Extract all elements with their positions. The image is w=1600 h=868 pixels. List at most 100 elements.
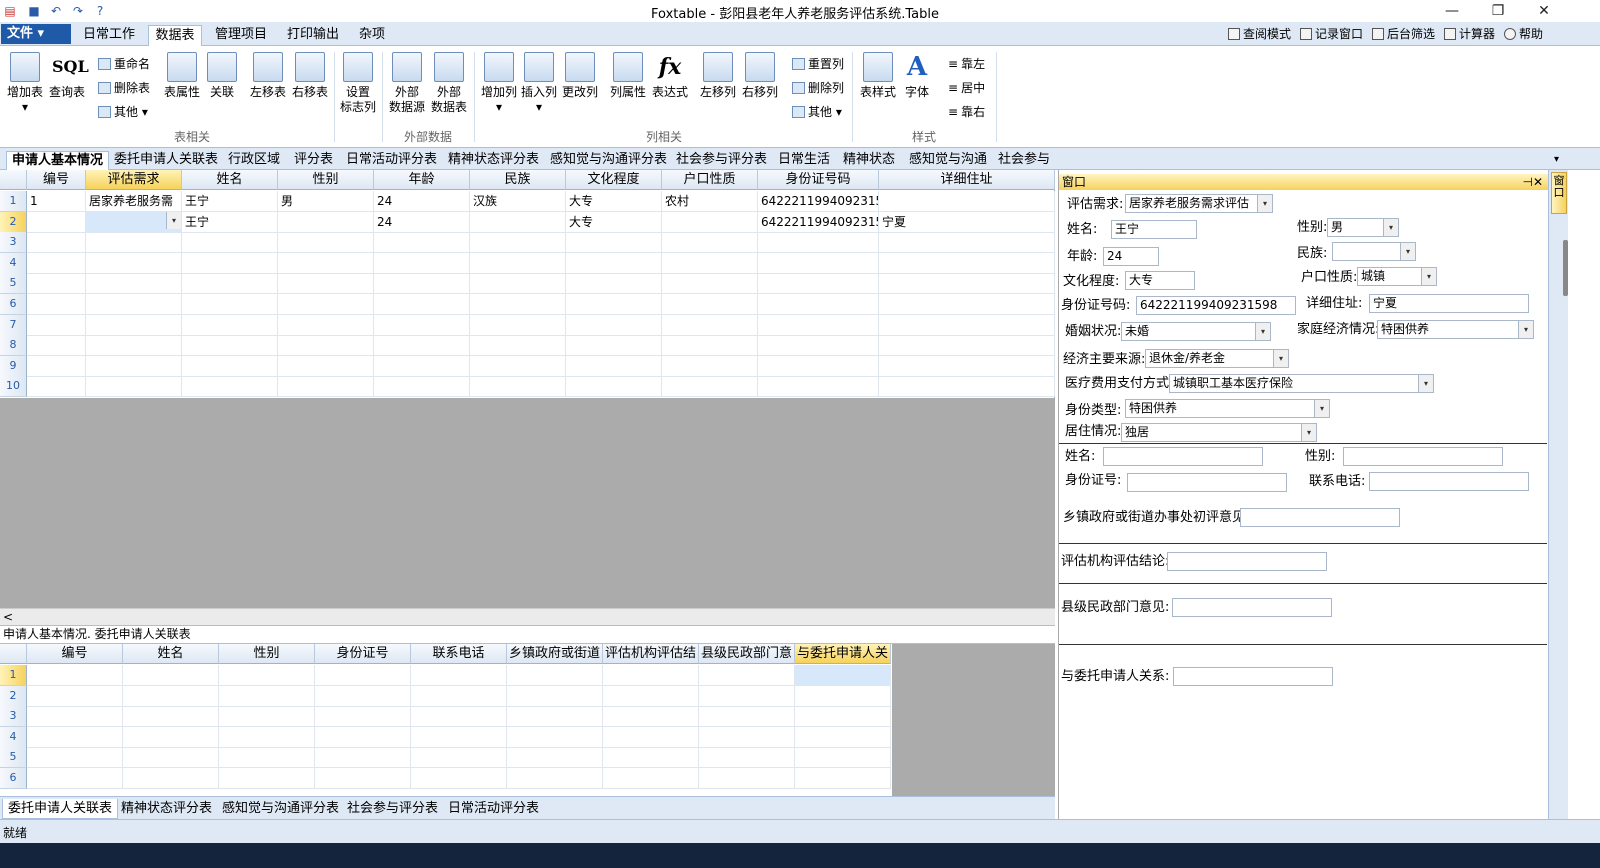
sheet-tab[interactable]: 精神状态评分表 [448,151,539,170]
table-cell[interactable] [470,211,566,233]
table-cell[interactable] [603,685,699,707]
table-cell[interactable] [662,232,758,254]
row-header[interactable]: 10 [0,376,27,398]
relation-phone-field[interactable] [1369,472,1529,491]
row-header[interactable]: 1 [0,665,27,686]
column-header[interactable]: 民族 [470,170,566,190]
table-cell[interactable] [758,252,879,274]
table-cell[interactable] [411,706,507,728]
relation-id-field[interactable] [1127,473,1287,492]
sheet-tab[interactable]: 社会参与评分表 [676,151,767,170]
row-header[interactable]: 4 [0,252,27,274]
sheet-tab[interactable]: 感知觉与沟通评分表 [550,151,667,170]
table-cell[interactable] [795,747,891,769]
row-header[interactable]: 3 [0,232,27,254]
table-cell[interactable] [86,252,182,274]
table-cell[interactable] [795,726,891,748]
insert-column-button[interactable]: 插入列 ▾ [520,52,558,115]
table-cell[interactable] [86,273,182,295]
table-cell[interactable] [315,665,411,686]
table-cell[interactable] [411,685,507,707]
table-cell[interactable] [182,314,278,336]
hukou-select[interactable]: 城镇 ▾ [1357,267,1437,286]
table-cell[interactable] [795,665,891,686]
column-header[interactable]: 性别 [278,170,374,190]
table-other-button[interactable]: 其他 ▾ [98,104,148,120]
table-cell[interactable] [27,335,86,357]
table-cell[interactable] [699,706,795,728]
column-header[interactable]: 文化程度 [566,170,662,190]
table-cell[interactable] [27,768,123,789]
table-cell[interactable] [662,252,758,274]
relation-name-field[interactable] [1103,447,1263,466]
table-cell[interactable]: 农村 [662,191,758,212]
column-header[interactable]: 编号 [27,170,86,190]
table-cell[interactable] [411,665,507,686]
sheet-tab[interactable]: 委托申请人关联表 [114,151,218,170]
table-cell[interactable] [315,726,411,748]
table-cell[interactable] [470,335,566,357]
save-icon[interactable]: ■ [26,3,42,19]
table-cell[interactable] [699,685,795,707]
table-cell[interactable] [566,355,662,377]
row-header[interactable]: 6 [0,768,27,789]
move-table-left-button[interactable]: 左移表 [248,52,288,100]
table-cell[interactable] [27,665,123,686]
table-cell[interactable] [86,355,182,377]
table-cell[interactable] [758,314,879,336]
move-table-right-button[interactable]: 右移表 [290,52,330,100]
table-cell[interactable] [507,726,603,748]
table-cell[interactable] [879,294,1055,315]
move-column-left-button[interactable]: 左移列 [698,52,738,100]
table-cell[interactable] [315,768,411,789]
table-cell[interactable] [374,252,470,274]
table-cell[interactable] [879,314,1055,336]
minimize-button[interactable]: — [1432,1,1472,21]
table-cell[interactable] [182,376,278,398]
table-cell[interactable] [278,294,374,315]
table-cell[interactable] [182,252,278,274]
table-cell[interactable] [758,232,879,254]
align-right-button[interactable]: ≡ 靠右 [948,104,985,120]
table-cell[interactable] [278,252,374,274]
horizontal-scrollbar[interactable]: < [0,608,1055,625]
align-left-button[interactable]: ≡ 靠左 [948,56,985,72]
table-cell[interactable] [566,252,662,274]
table-properties-button[interactable]: 表属性 [162,52,202,100]
sheet-tab[interactable]: 感知觉与沟通 [909,151,987,170]
relation-button[interactable]: 关联 [204,52,240,100]
flag-column-button[interactable]: 设置 标志列 [338,52,378,115]
table-cell[interactable] [470,376,566,398]
table-cell[interactable] [86,314,182,336]
table-cell[interactable]: 642221199409231598 [758,191,879,212]
table-cell[interactable] [182,273,278,295]
column-other-button[interactable]: 其他 ▾ [792,104,842,120]
table-cell[interactable] [566,273,662,295]
calculator-link[interactable]: 计算器 [1444,26,1495,42]
chevron-down-icon[interactable]: ▾ [1301,424,1316,441]
add-table-button[interactable]: 增加表 ▾ [6,52,44,115]
table-cell[interactable] [86,294,182,315]
table-cell[interactable] [374,335,470,357]
table-cell[interactable] [219,685,315,707]
record-window-link[interactable]: 记录窗口 [1300,26,1363,42]
table-cell[interactable] [123,665,219,686]
table-cell[interactable] [879,335,1055,357]
row-header[interactable]: 7 [0,314,27,336]
row-header[interactable]: 5 [0,273,27,295]
table-cell[interactable] [758,273,879,295]
bottom-tab[interactable]: 委托申请人关联表 [2,799,119,819]
tab-print-output[interactable]: 打印输出 [282,25,344,46]
table-cell[interactable] [315,706,411,728]
chevron-down-icon[interactable]: ▾ [1255,323,1270,340]
tab-manage-project[interactable]: 管理项目 [210,25,272,46]
county-opinion-field[interactable] [1172,598,1332,617]
table-cell[interactable] [795,685,891,707]
table-cell[interactable]: 宁夏 [879,211,1055,233]
table-cell[interactable] [27,252,86,274]
org-conclusion-field[interactable] [1167,552,1327,571]
table-cell[interactable]: 王宁 [182,211,278,233]
row-header[interactable]: 6 [0,294,27,315]
table-cell[interactable] [566,294,662,315]
table-cell[interactable] [27,747,123,769]
